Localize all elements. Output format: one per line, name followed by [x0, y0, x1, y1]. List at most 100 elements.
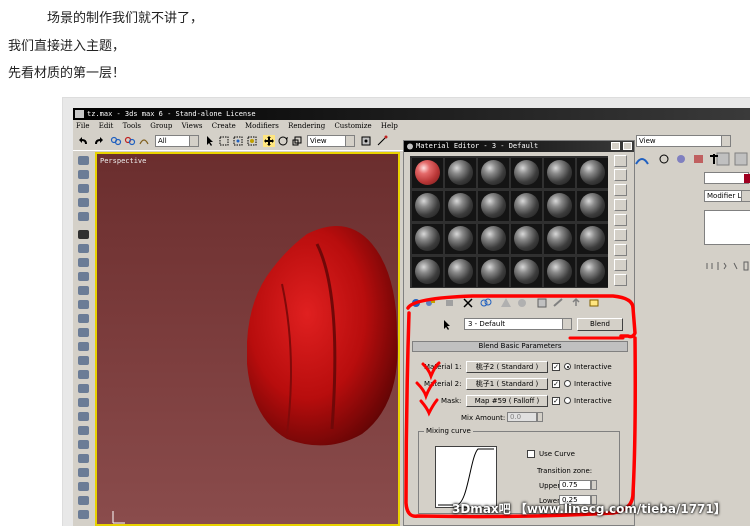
- tool-icon[interactable]: [78, 384, 89, 393]
- pick-material-icon[interactable]: [442, 318, 456, 331]
- tool-icon[interactable]: [78, 300, 89, 309]
- sample-slot[interactable]: [412, 158, 443, 188]
- use-curve-checkbox[interactable]: [527, 450, 535, 458]
- tool-icon[interactable]: [78, 440, 89, 449]
- sample-slot[interactable]: [445, 158, 476, 188]
- modifier-list-dropdown[interactable]: Modifier List: [704, 190, 750, 202]
- region-select-icon[interactable]: [232, 135, 244, 147]
- sample-slot[interactable]: [577, 158, 608, 188]
- menu-rendering[interactable]: Rendering: [288, 122, 325, 130]
- sample-slot[interactable]: [412, 224, 443, 254]
- minimize-icon[interactable]: [611, 142, 620, 150]
- object-color-swatch[interactable]: [744, 174, 750, 183]
- selection-filter-dropdown[interactable]: All: [155, 135, 199, 147]
- scale-icon[interactable]: [291, 135, 303, 147]
- material2-button[interactable]: 桃子1 ( Standard ): [466, 378, 548, 390]
- tool-icon[interactable]: [78, 184, 89, 193]
- sample-slot[interactable]: [445, 191, 476, 221]
- stack-tools-icons[interactable]: [704, 260, 750, 272]
- viewport-label[interactable]: Perspective: [100, 157, 146, 165]
- tool-icon[interactable]: [78, 286, 89, 295]
- tool-icon[interactable]: [78, 412, 89, 421]
- assign-material-icon[interactable]: [444, 297, 456, 308]
- sample-slot[interactable]: [544, 191, 575, 221]
- tool-icon[interactable]: [78, 244, 89, 253]
- mask-interactive-radio[interactable]: [564, 397, 571, 404]
- pivot-center-icon[interactable]: [360, 135, 372, 147]
- show-map-icon[interactable]: [536, 297, 548, 308]
- sample-slot[interactable]: [478, 257, 509, 287]
- sample-slot[interactable]: [511, 158, 542, 188]
- sample-slot[interactable]: [577, 191, 608, 221]
- move-icon[interactable]: [263, 135, 275, 147]
- tool-icon[interactable]: [78, 272, 89, 281]
- panel-icons[interactable]: [634, 152, 750, 167]
- mix-amount-spinner[interactable]: 0.0: [507, 412, 543, 422]
- tool-icon[interactable]: [78, 356, 89, 365]
- sample-slot[interactable]: [544, 158, 575, 188]
- tool-icon[interactable]: [78, 212, 89, 221]
- background-icon[interactable]: [614, 184, 627, 196]
- rotate-icon[interactable]: [277, 135, 289, 147]
- window-crossing-icon[interactable]: [246, 135, 258, 147]
- make-preview-icon[interactable]: [614, 229, 627, 241]
- spinner-arrows-icon[interactable]: [537, 412, 543, 422]
- material2-checkbox[interactable]: ✓: [552, 380, 560, 388]
- video-color-check-icon[interactable]: [614, 214, 627, 226]
- material-navigator-icon[interactable]: [614, 274, 627, 286]
- material-effects-icon[interactable]: [516, 297, 528, 308]
- sample-slot[interactable]: [577, 257, 608, 287]
- go-to-parent-icon[interactable]: [570, 297, 582, 308]
- tool-icon[interactable]: [78, 170, 89, 179]
- select-manipulate-icon[interactable]: [376, 135, 388, 147]
- perspective-viewport[interactable]: Perspective: [95, 152, 400, 526]
- tool-icon[interactable]: [78, 454, 89, 463]
- menu-help[interactable]: Help: [381, 122, 398, 130]
- sample-slot[interactable]: [445, 257, 476, 287]
- spinner-arrows-icon[interactable]: [591, 480, 597, 490]
- backlight-icon[interactable]: [614, 169, 627, 181]
- tool-icon[interactable]: [78, 468, 89, 477]
- undo-icon[interactable]: [78, 135, 90, 147]
- reset-map-icon[interactable]: [462, 297, 474, 308]
- sample-slot[interactable]: [511, 224, 542, 254]
- upper-spinner[interactable]: 0.75: [559, 480, 597, 490]
- bind-spacewarp-icon[interactable]: [138, 135, 150, 147]
- tool-icon[interactable]: [78, 314, 89, 323]
- tool-icon[interactable]: [78, 370, 89, 379]
- blend-basic-parameters-rollout[interactable]: Blend Basic Parameters: [412, 341, 628, 352]
- tool-icon[interactable]: [78, 328, 89, 337]
- sample-slot[interactable]: [544, 224, 575, 254]
- menu-group[interactable]: Group: [150, 122, 172, 130]
- sample-slot[interactable]: [412, 257, 443, 287]
- show-end-result-icon[interactable]: [552, 297, 564, 308]
- tool-icon[interactable]: [78, 496, 89, 505]
- select-object-icon[interactable]: [204, 135, 216, 147]
- sample-type-icon[interactable]: [614, 155, 627, 167]
- reference-coordinate-dropdown-right[interactable]: View: [636, 135, 731, 147]
- tool-icon[interactable]: [78, 426, 89, 435]
- material2-interactive-radio[interactable]: [564, 380, 571, 387]
- options-icon[interactable]: [614, 244, 627, 256]
- object-name-field[interactable]: [704, 172, 749, 184]
- material-type-button[interactable]: Blend: [577, 318, 623, 331]
- sample-slot[interactable]: [478, 158, 509, 188]
- redo-icon[interactable]: [92, 135, 104, 147]
- tool-icon[interactable]: [78, 510, 89, 519]
- sample-slot[interactable]: [577, 224, 608, 254]
- menu-file[interactable]: File: [76, 122, 89, 130]
- tool-icon[interactable]: [78, 198, 89, 207]
- modifier-stack[interactable]: [704, 210, 750, 245]
- select-link-icon[interactable]: [110, 135, 122, 147]
- sample-uv-icon[interactable]: [614, 199, 627, 211]
- close-icon[interactable]: [623, 142, 632, 150]
- sample-slot[interactable]: [412, 191, 443, 221]
- tool-icon[interactable]: [78, 398, 89, 407]
- tool-icon[interactable]: [78, 258, 89, 267]
- material1-button[interactable]: 桃子2 ( Standard ): [466, 361, 548, 373]
- menu-views[interactable]: Views: [182, 122, 203, 130]
- get-material-icon[interactable]: [410, 297, 422, 308]
- select-by-name-icon[interactable]: [218, 135, 230, 147]
- sample-slot[interactable]: [445, 224, 476, 254]
- menu-modifiers[interactable]: Modifiers: [245, 122, 279, 130]
